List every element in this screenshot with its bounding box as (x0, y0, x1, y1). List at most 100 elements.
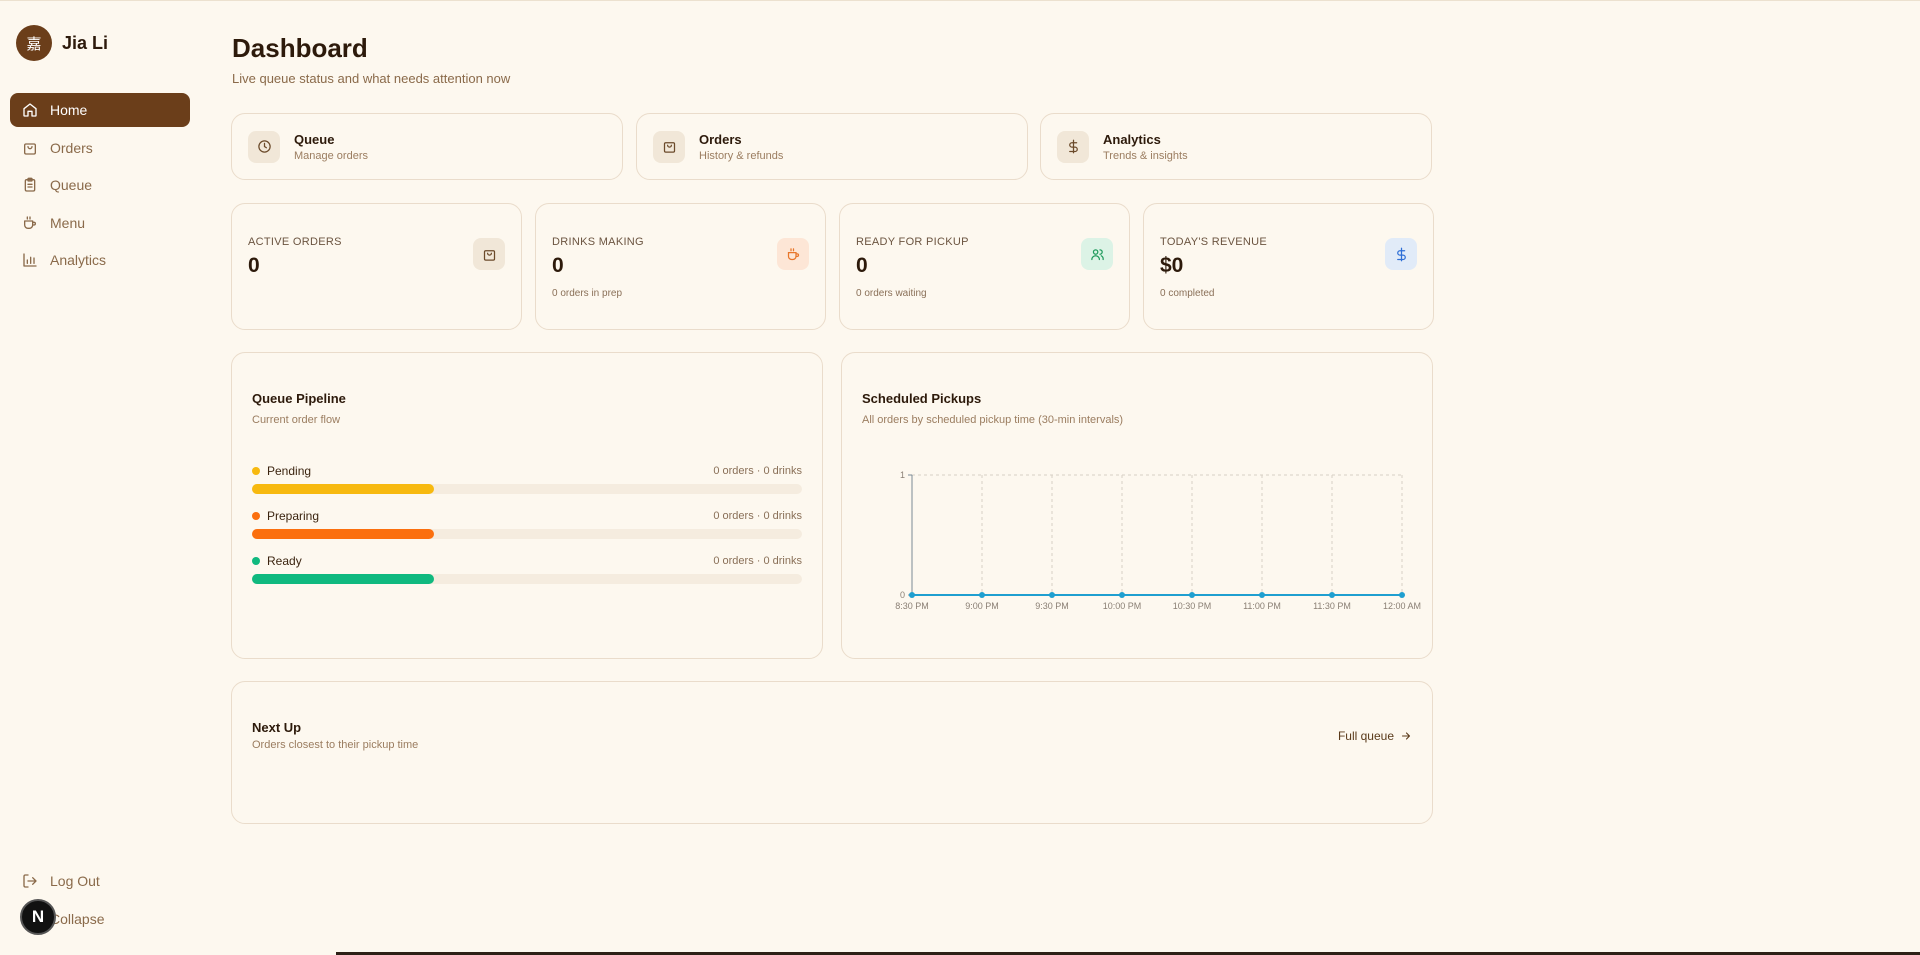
pipeline-row-pending: Pending 0 orders · 0 drinks (252, 462, 802, 494)
x-tick-label: 10:00 PM (1103, 601, 1142, 611)
home-icon (23, 103, 37, 117)
page-title: Dashboard (232, 33, 368, 63)
x-tick-label: 8:30 PM (895, 601, 929, 611)
y-tick-label: 1 (900, 470, 905, 480)
pipeline-status-name: Preparing (267, 509, 320, 523)
x-tick-label: 12:00 AM (1383, 601, 1421, 611)
data-point (1189, 592, 1195, 598)
data-point (1329, 592, 1335, 598)
progress-fill (252, 484, 434, 494)
sidebar-item-queue[interactable]: Queue (10, 168, 190, 202)
stat-label: DRINKS MAKING (552, 236, 644, 248)
stat-subtext: 0 orders in prep (552, 288, 623, 299)
pipeline-row-preparing: Preparing 0 orders · 0 drinks (252, 507, 802, 539)
scheduled-pickups-panel: Scheduled Pickups All orders by schedule… (841, 352, 1433, 659)
stat-label: ACTIVE ORDERS (248, 236, 342, 248)
top-border (0, 0, 1920, 1)
sidebar-item-label: Orders (50, 139, 93, 156)
logout-label: Log Out (50, 873, 100, 889)
progress-fill (252, 529, 434, 539)
x-tick-label: 9:30 PM (1035, 601, 1069, 611)
quick-link-subtitle: Manage orders (294, 149, 368, 162)
sidebar-item-label: Queue (50, 177, 93, 193)
panel-title: Scheduled Pickups (862, 391, 982, 406)
stat-value: 0 (248, 254, 260, 277)
panel-title: Next Up (252, 720, 302, 735)
collapse-label: Collapse (50, 911, 105, 927)
queue-pipeline-panel: Queue Pipeline Current order flow Pendin… (231, 352, 823, 659)
arrow-right-icon (1401, 732, 1411, 740)
data-point (909, 592, 915, 598)
sidebar-item-label: Analytics (50, 252, 107, 268)
pipeline-status-name: Ready (267, 554, 302, 568)
users-icon (1090, 248, 1104, 260)
panel-subtitle: Current order flow (252, 414, 341, 426)
clock-icon (257, 140, 271, 153)
logout-icon (23, 874, 37, 888)
stat-value: 0 (552, 254, 564, 277)
quick-link-title: Orders (699, 131, 742, 147)
status-dot (252, 467, 260, 475)
page-subtitle: Live queue status and what needs attenti… (232, 71, 511, 86)
coffee-icon (24, 215, 36, 229)
stat-label: READY FOR PICKUP (856, 236, 969, 248)
user-name: Jia Li (62, 32, 109, 53)
sidebar-item-menu[interactable]: Menu (10, 206, 190, 240)
x-tick-label: 9:00 PM (965, 601, 999, 611)
logout-button[interactable]: Log Out (10, 864, 190, 898)
bag-icon (24, 142, 36, 155)
stat-subtext: 0 completed (1160, 288, 1215, 299)
stat-subtext: 0 orders waiting (856, 288, 927, 299)
pipeline-count: 0 orders · 0 drinks (713, 465, 802, 477)
sidebar: 嘉 Jia Li Home Orders Queue Menu Analytic… (0, 0, 200, 955)
user-profile[interactable]: 嘉 Jia Li (16, 25, 108, 61)
quick-link-analytics[interactable]: Analytics Trends & insights (1040, 113, 1432, 180)
dev-tools-badge[interactable]: N (20, 899, 56, 935)
pickup-chart: 0 1 8:30 PM 9:00 PM 9:30 PM 10:00 PM 10:30 PM 1… (895, 470, 1421, 611)
x-tick-label: 11:30 PM (1313, 601, 1351, 611)
dollar-icon (1396, 247, 1406, 261)
data-point (1049, 592, 1055, 598)
sidebar-item-orders[interactable]: Orders (10, 131, 190, 165)
pipeline-count: 0 orders · 0 drinks (713, 510, 802, 522)
progress-fill (252, 574, 434, 584)
coffee-icon (787, 247, 799, 260)
quick-link-title: Analytics (1103, 131, 1161, 147)
stat-value: $0 (1160, 254, 1184, 277)
stat-value: 0 (856, 254, 868, 277)
pipeline-count: 0 orders · 0 drinks (713, 555, 802, 567)
data-point (1119, 592, 1125, 598)
full-queue-label: Full queue (1337, 729, 1394, 743)
quick-link-icon-box (248, 130, 280, 163)
sidebar-item-home[interactable]: Home (10, 93, 190, 127)
sidebar-nav: Home Orders Queue Menu Analytics (10, 93, 190, 281)
panel-subtitle: Orders closest to their pickup time (252, 739, 419, 751)
quick-link-title: Queue (294, 131, 335, 147)
quick-link-orders[interactable]: Orders History & refunds (636, 113, 1028, 180)
quick-link-icon-box (653, 130, 685, 163)
stat-active-orders: ACTIVE ORDERS 0 (231, 203, 522, 330)
clipboard-icon (24, 177, 36, 192)
quick-link-queue[interactable]: Queue Manage orders (231, 113, 623, 180)
stat-icon-box (777, 238, 809, 270)
stat-ready-for-pickup: READY FOR PICKUP 0 0 orders waiting (839, 203, 1130, 330)
progress-track (252, 484, 802, 494)
sidebar-item-analytics[interactable]: Analytics (10, 243, 190, 277)
panel-title: Queue Pipeline (252, 391, 346, 406)
quick-link-icon-box (1057, 130, 1089, 163)
full-queue-link[interactable]: Full queue (1338, 729, 1412, 743)
x-tick-label: 10:30 PM (1173, 601, 1212, 611)
y-tick-label: 0 (900, 590, 905, 600)
progress-track (252, 529, 802, 539)
data-point (1259, 592, 1265, 598)
status-dot (252, 557, 260, 565)
next-up-panel: Next Up Orders closest to their pickup t… (231, 681, 1433, 824)
bag-icon (483, 249, 495, 261)
stat-icon-box (473, 238, 505, 270)
pipeline-row-ready: Ready 0 orders · 0 drinks (252, 552, 802, 584)
quick-link-subtitle: History & refunds (699, 149, 784, 162)
stat-icon-box (1081, 238, 1113, 270)
x-tick-label: 11:00 PM (1243, 601, 1281, 611)
panel-subtitle: All orders by scheduled pickup time (30-… (862, 414, 1124, 426)
quick-link-subtitle: Trends & insights (1103, 149, 1188, 162)
